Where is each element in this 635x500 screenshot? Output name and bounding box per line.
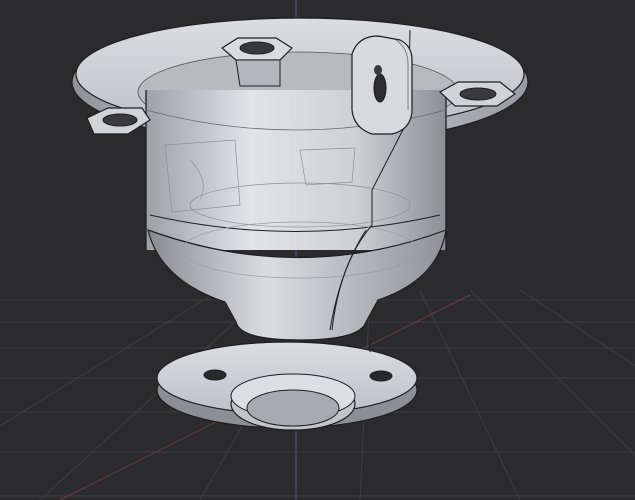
- mounting-hole[interactable]: [369, 370, 393, 382]
- cable-clip-tab[interactable]: [351, 35, 413, 135]
- bottom-mounting-flange[interactable]: [156, 340, 418, 431]
- mounting-hole[interactable]: [203, 369, 227, 381]
- viewport-canvas[interactable]: [0, 0, 635, 500]
- hexagonal-nut-pocket[interactable]: [86, 107, 151, 135]
- cad-3d-viewport[interactable]: [0, 0, 635, 500]
